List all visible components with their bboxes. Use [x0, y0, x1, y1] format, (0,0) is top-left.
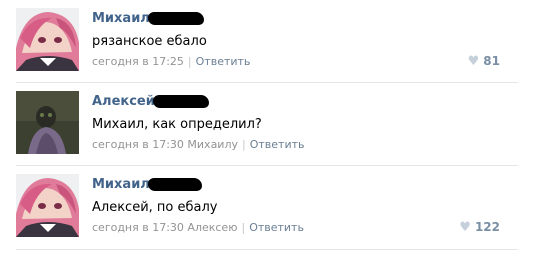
comment-time[interactable]: сегодня в 17:30	[92, 221, 184, 234]
redacted-surname	[148, 178, 202, 191]
redacted-surname	[153, 95, 209, 108]
comment-author[interactable]: Михаил	[92, 11, 150, 26]
comment-author[interactable]: Михаил	[92, 177, 150, 192]
comment-author[interactable]: Алексей	[92, 94, 155, 109]
comment-item: Михаил Алексей, по ебалу сегодня в 17:30…	[0, 166, 534, 254]
heart-icon: ♥	[459, 220, 471, 235]
reply-to-name[interactable]: Михаилу	[187, 138, 238, 151]
comment-item: Алексей Михаил, как определил? сегодня в…	[0, 83, 534, 166]
comment-time[interactable]: сегодня в 17:25	[92, 55, 184, 68]
reply-button[interactable]: Ответить	[250, 138, 305, 151]
avatar[interactable]	[16, 174, 79, 237]
reply-to-name[interactable]: Алексею	[187, 221, 237, 234]
meta-separator: |	[241, 221, 246, 234]
like-button[interactable]: ♥ 81	[468, 54, 500, 69]
anime-avatar-icon	[16, 174, 79, 237]
comment-text: рязанское ебало	[92, 34, 207, 49]
reply-button[interactable]: Ответить	[249, 221, 304, 234]
like-count: 81	[483, 54, 500, 68]
comment-text: Алексей, по ебалу	[92, 200, 218, 215]
meta-separator: |	[187, 55, 192, 68]
avatar[interactable]	[16, 91, 79, 154]
comment-meta: сегодня в 17:30 Алексею | Ответить	[92, 221, 304, 234]
like-count: 122	[474, 220, 500, 234]
divider	[16, 249, 518, 250]
meta-separator: |	[242, 138, 246, 151]
comment-time[interactable]: сегодня в 17:30	[92, 138, 184, 151]
dark-avatar-icon	[16, 91, 79, 154]
reply-button[interactable]: Ответить	[196, 55, 251, 68]
comment-item: Михаил рязанское ебало сегодня в 17:25 | О…	[0, 0, 534, 83]
anime-avatar-icon	[16, 8, 79, 71]
heart-icon: ♥	[467, 54, 480, 69]
comment-meta: сегодня в 17:30 Михаилу | Ответить	[92, 138, 305, 151]
redacted-surname	[148, 12, 204, 25]
comment-text: Михаил, как определил?	[92, 117, 262, 132]
comment-meta: сегодня в 17:25 | Ответить	[92, 55, 250, 68]
avatar[interactable]	[16, 8, 79, 71]
like-button[interactable]: ♥ 122	[459, 220, 500, 235]
